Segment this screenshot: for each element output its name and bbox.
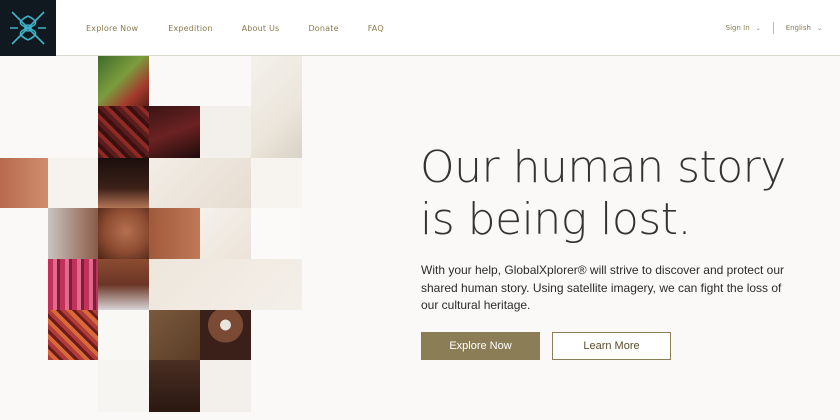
nav-about-us[interactable]: About Us: [242, 24, 280, 33]
learn-more-button[interactable]: Learn More: [552, 332, 671, 360]
nav-explore-now[interactable]: Explore Now: [86, 24, 138, 33]
collage-tile-light-4: [149, 158, 251, 208]
collage-tile-light-6: [200, 208, 251, 259]
collage-tile-light-8: [149, 259, 302, 310]
sign-in-dropdown[interactable]: Sign In ⌄: [726, 24, 761, 32]
collage-tile-light-9: [98, 310, 149, 360]
collage-tile-light-10: [98, 360, 149, 412]
collage-tile-light-2: [200, 106, 251, 158]
site-header: Explore Now Expedition About Us Donate F…: [0, 0, 840, 56]
hero-description: With your help, GlobalXplorer® will stri…: [421, 263, 784, 312]
collage-tile-face-left: [48, 208, 98, 259]
collage-tile-textile-top: [98, 106, 149, 158]
language-label: English: [785, 24, 811, 32]
logo-icon[interactable]: [0, 0, 56, 56]
collage-tile-textile-dark: [149, 106, 200, 158]
collage-tile-light-5: [251, 158, 302, 208]
collage-tile-light-11: [200, 360, 251, 412]
photo-collage: [0, 56, 302, 420]
hero-title: Our human story is being lost.: [420, 142, 820, 246]
collage-tile-hair: [98, 158, 149, 208]
chevron-down-icon: ⌄: [755, 24, 761, 32]
collage-tile-light-1: [251, 56, 302, 158]
collage-tile-headdress: [200, 310, 251, 360]
hero-title-line-1: Our human story: [420, 142, 786, 193]
explore-now-button[interactable]: Explore Now: [421, 332, 540, 360]
hero-title-line-2: is being lost.: [420, 194, 691, 245]
collage-tile-chin: [98, 259, 149, 310]
nav-faq[interactable]: FAQ: [368, 24, 384, 33]
nav-expedition[interactable]: Expedition: [168, 24, 212, 33]
collage-tile-skin-left: [0, 158, 48, 208]
chevron-down-icon: ⌄: [816, 24, 822, 32]
collage-tile-brown: [149, 310, 200, 360]
collage-tile-light-7: [251, 208, 302, 259]
collage-tile-face-right: [149, 208, 200, 259]
sign-in-label: Sign In: [725, 24, 750, 32]
collage-tile-textile-red: [48, 310, 98, 360]
header-utilities: Sign In ⌄ English ⌄: [726, 0, 822, 56]
language-dropdown[interactable]: English ⌄: [786, 24, 822, 32]
collage-tile-plants: [98, 56, 149, 106]
collage-tile-light-3: [48, 158, 98, 208]
nav-donate[interactable]: Donate: [308, 24, 338, 33]
header-divider: [772, 22, 774, 34]
collage-tile-face: [98, 208, 149, 259]
collage-tile-dark-bottom: [149, 360, 200, 412]
main-nav: Explore Now Expedition About Us Donate F…: [86, 0, 413, 56]
collage-tile-textile-pink: [48, 259, 98, 310]
